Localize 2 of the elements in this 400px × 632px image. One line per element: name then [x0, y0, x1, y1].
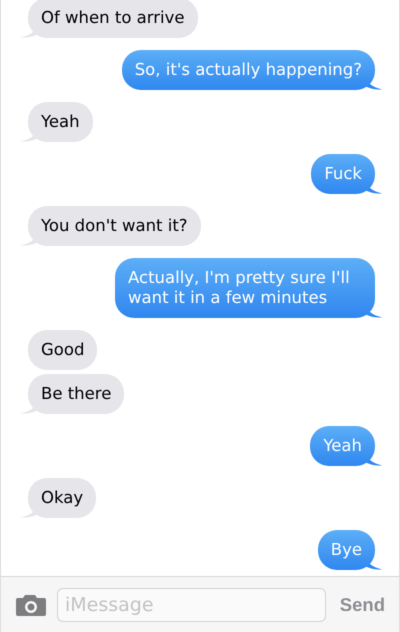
- camera-icon[interactable]: [15, 592, 47, 616]
- send-button[interactable]: Send: [334, 590, 385, 620]
